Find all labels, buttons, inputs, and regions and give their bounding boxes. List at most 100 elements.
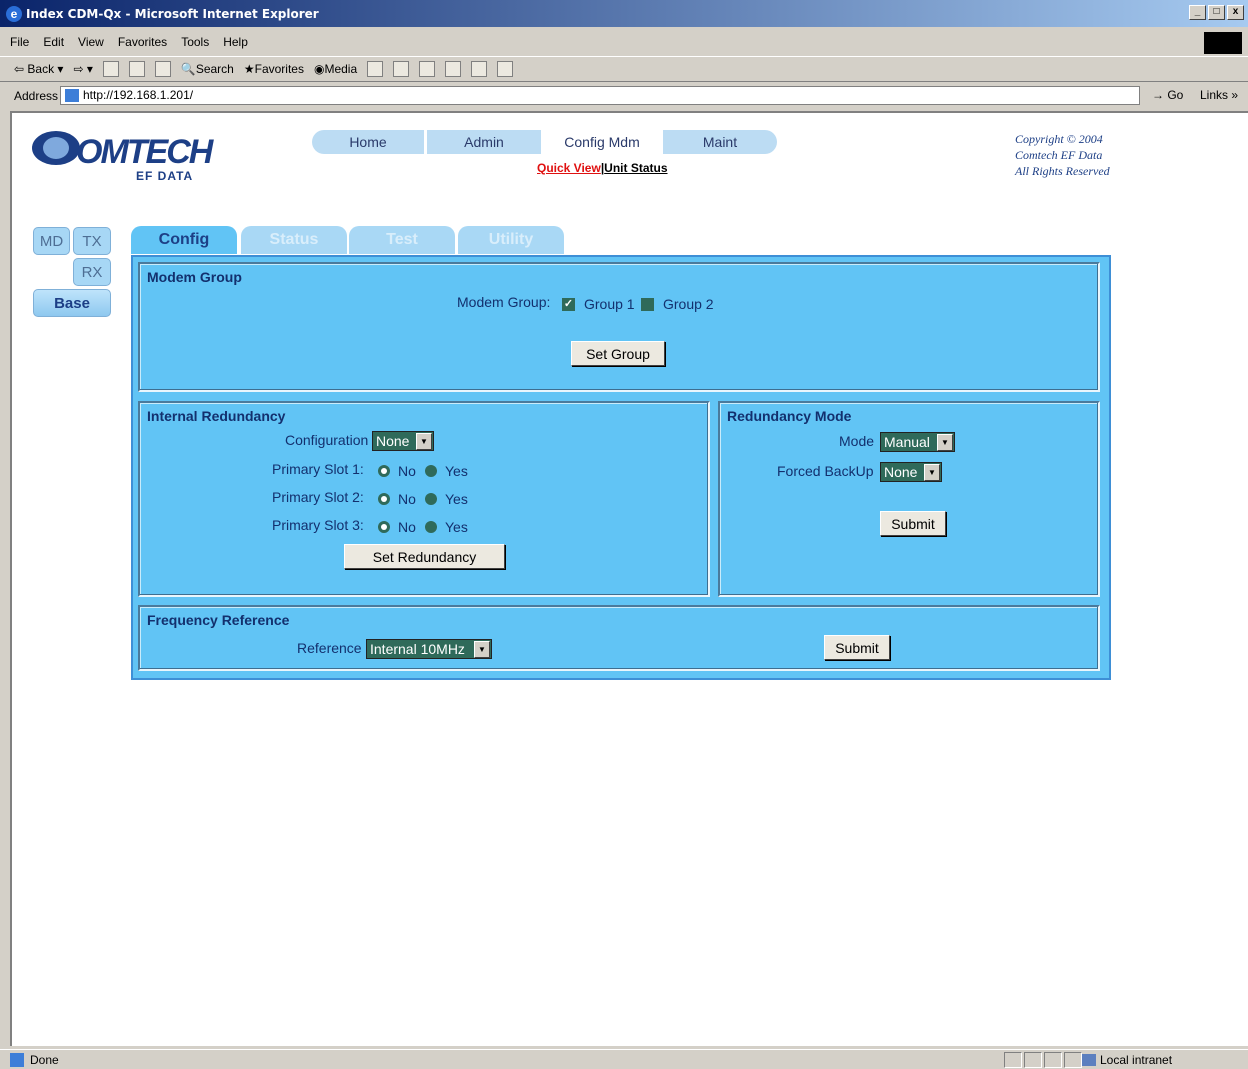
reference-select[interactable]: Internal 10MHz ▼ (366, 639, 492, 659)
chevron-down-icon: ▼ (416, 432, 432, 450)
group2-checkbox[interactable] (641, 297, 654, 311)
slot-2-no-option[interactable]: No (378, 491, 416, 507)
mode-select[interactable]: Manual ▼ (880, 432, 955, 452)
chevron-down-icon: ▼ (937, 433, 953, 451)
configuration-select[interactable]: None ▼ (372, 431, 434, 451)
logo-sub: EF DATA (136, 169, 194, 183)
address-url: http://192.168.1.201/ (83, 88, 194, 102)
statusbar-panel (1004, 1052, 1022, 1068)
ie-icon: e (6, 5, 22, 22)
statusbar-panel (1044, 1052, 1062, 1068)
nav-maint[interactable]: Maint (663, 130, 777, 154)
security-zone: Local intranet (1082, 1053, 1172, 1067)
back-button[interactable]: ⇦ Back ▾ (14, 62, 63, 76)
internal-redundancy-title: Internal Redundancy (147, 408, 286, 424)
modem-group-label: Modem Group: (457, 294, 551, 310)
status-text: Done (30, 1052, 59, 1067)
slot-1-no-option[interactable]: No (378, 463, 416, 479)
menu-tools[interactable]: Tools (181, 35, 209, 49)
close-button[interactable]: x (1227, 5, 1244, 20)
configuration-value: None (376, 433, 410, 449)
quick-links: Quick View|Unit Status (537, 161, 668, 175)
refresh-icon[interactable] (128, 61, 145, 77)
copyright-line3: All Rights Reserved (1015, 164, 1110, 178)
slot-3-yes-option[interactable]: Yes (425, 519, 468, 535)
messenger-icon[interactable] (497, 61, 514, 77)
zone-label: Local intranet (1100, 1053, 1173, 1067)
back-label: Back (27, 62, 55, 76)
frequency-reference-box: Frequency Reference Reference Internal 1… (138, 605, 1100, 671)
tab-utility[interactable]: Utility (458, 226, 564, 254)
sidenav-base[interactable]: Base (33, 289, 111, 317)
slot-2-yes-radio[interactable] (425, 493, 437, 505)
sidenav-md[interactable]: MD (33, 227, 70, 255)
slot-3-no-option[interactable]: No (378, 519, 416, 535)
frequency-reference-title: Frequency Reference (147, 612, 290, 628)
search-button[interactable]: 🔍Search (181, 62, 234, 76)
slot-1-yes-radio[interactable] (425, 465, 437, 477)
chevron-down-icon: ▼ (474, 640, 490, 658)
redundancy-mode-box: Redundancy Mode Mode Manual ▼ Forced Bac… (718, 401, 1100, 597)
menu-favorites[interactable]: Favorites (118, 35, 167, 49)
favorites-button[interactable]: ★Favorites (244, 62, 304, 76)
search-label: Search (195, 62, 234, 76)
slot-2-no-radio[interactable] (378, 493, 390, 505)
forward-icon[interactable]: ⇨ ▾ (73, 62, 92, 76)
forced-backup-label: Forced BackUp (777, 463, 874, 479)
group1-option[interactable]: ✓ Group 1 (562, 296, 635, 312)
modem-group-box: Modem Group Modem Group: ✓ Group 1 Group… (138, 262, 1100, 392)
quick-view-link[interactable]: Quick View (537, 161, 601, 175)
menubar: File Edit View Favorites Tools Help (0, 30, 1248, 54)
slot-2-yes-option[interactable]: Yes (425, 491, 468, 507)
forced-backup-select[interactable]: None ▼ (880, 462, 942, 482)
address-input[interactable]: http://192.168.1.201/ (60, 86, 1140, 105)
maximize-button[interactable]: □ (1208, 5, 1225, 20)
media-button[interactable]: ◉Media (314, 62, 357, 76)
window-controls: _ □ x (1189, 5, 1244, 20)
menu-help[interactable]: Help (223, 35, 248, 49)
window-title: Index CDM-Qx - Microsoft Internet Explor… (26, 6, 319, 21)
redundancy-mode-submit-button[interactable]: Submit (880, 511, 946, 536)
menu-file[interactable]: File (10, 35, 29, 49)
group1-label: Group 1 (584, 296, 635, 312)
group2-option[interactable]: Group 2 (641, 296, 714, 312)
copyright-line1: Copyright © 2004 (1015, 132, 1103, 146)
menu-edit[interactable]: Edit (43, 35, 64, 49)
slot-3-no-radio[interactable] (378, 521, 390, 533)
slot-3-yes-radio[interactable] (425, 521, 437, 533)
edit-icon[interactable] (445, 61, 462, 77)
slot-1-no-label: No (398, 463, 416, 479)
tab-status[interactable]: Status (241, 226, 347, 254)
internal-redundancy-box: Internal Redundancy Configuration None ▼… (138, 401, 710, 597)
nav-admin[interactable]: Admin (427, 130, 541, 154)
frequency-submit-button[interactable]: Submit (824, 635, 890, 660)
set-group-button[interactable]: Set Group (571, 341, 665, 366)
copyright: Copyright © 2004 Comtech EF Data All Rig… (1015, 131, 1110, 179)
discuss-icon[interactable] (471, 61, 488, 77)
address-bar: Address http://192.168.1.201/ → Go Links… (0, 84, 1248, 108)
sidenav-tx[interactable]: TX (73, 227, 111, 255)
unit-status-link[interactable]: Unit Status (604, 161, 667, 175)
tab-test[interactable]: Test (349, 226, 455, 254)
slot-1-no-radio[interactable] (378, 465, 390, 477)
nav-home[interactable]: Home (312, 130, 424, 154)
mail-icon[interactable] (393, 61, 410, 77)
tab-config[interactable]: Config (131, 226, 237, 254)
minimize-button[interactable]: _ (1189, 5, 1206, 20)
group1-checkbox[interactable]: ✓ (562, 297, 575, 311)
nav-config-mdm[interactable]: Config Mdm (544, 130, 660, 154)
go-button[interactable]: → Go (1152, 88, 1183, 102)
print-icon[interactable] (419, 61, 436, 77)
slot-3-yes-label: Yes (445, 519, 468, 535)
links-button[interactable]: Links » (1200, 88, 1238, 102)
slot-1-yes-option[interactable]: Yes (425, 463, 468, 479)
slot-2-yes-label: Yes (445, 491, 468, 507)
menu-view[interactable]: View (78, 35, 104, 49)
history-icon[interactable] (367, 61, 384, 77)
home-icon[interactable] (154, 61, 171, 77)
set-redundancy-button[interactable]: Set Redundancy (344, 544, 505, 569)
stop-icon[interactable] (102, 61, 119, 77)
chevron-down-icon: ▼ (924, 463, 940, 481)
configuration-label: Configuration (285, 432, 369, 448)
sidenav-rx[interactable]: RX (73, 258, 111, 286)
